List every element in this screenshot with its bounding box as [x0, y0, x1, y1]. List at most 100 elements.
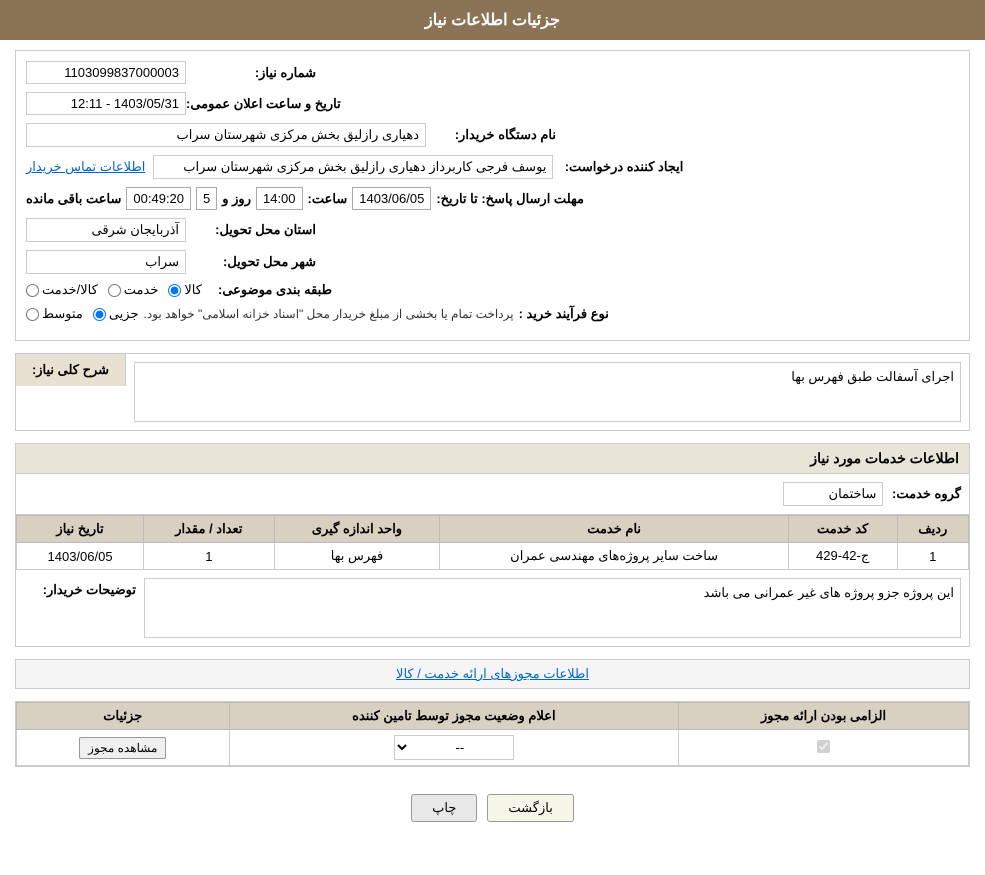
province-label: استان محل تحویل:	[186, 222, 316, 238]
process-motavasset-label: متوسط	[42, 306, 83, 322]
col-code: کد خدمت	[788, 516, 897, 543]
process-jozii-radio[interactable]	[93, 308, 106, 321]
city-label: شهر محل تحویل:	[186, 254, 316, 270]
requester-value: یوسف فرجی کاربرداز دهیاری رازلیق بخش مرک…	[153, 155, 553, 179]
need-info-section: شماره نیاز: 1103099837000003 تاریخ و ساع…	[15, 50, 970, 341]
cell-quantity: 1	[144, 543, 274, 570]
category-khadamat-radio[interactable]	[108, 284, 121, 297]
cell-row-num: 1	[897, 543, 968, 570]
category-both-radio[interactable]	[26, 284, 39, 297]
need-number-value: 1103099837000003	[26, 61, 186, 84]
requester-link[interactable]: اطلاعات تماس خریدار	[26, 159, 145, 175]
process-note: پرداخت تمام یا بخشی از مبلغ خریدار محل "…	[144, 307, 514, 321]
process-motavasset-radio[interactable]	[26, 308, 39, 321]
requester-label: ایجاد کننده درخواست:	[553, 159, 683, 175]
category-khadamat-item: خدمت	[108, 282, 159, 298]
category-both-item: کالا/خدمت	[26, 282, 98, 298]
buyer-notes-row: این پروژه جزو پروژه های غیر عمرانی می با…	[16, 570, 969, 646]
col-license-details: جزئیات	[17, 703, 230, 730]
col-name: نام خدمت	[440, 516, 788, 543]
deadline-remain-label: ساعت باقی مانده	[26, 191, 121, 207]
license-status-cell: --	[229, 730, 679, 766]
category-both-label: کالا/خدمت	[42, 282, 98, 298]
col-date: تاریخ نیاز	[17, 516, 144, 543]
deadline-row: مهلت ارسال پاسخ: تا تاریخ: 1403/06/05 سا…	[26, 187, 959, 210]
col-quantity: تعداد / مقدار	[144, 516, 274, 543]
license-link[interactable]: اطلاعات مجوزهای ارائه خدمت / کالا	[15, 659, 970, 689]
process-label: نوع فرآیند خرید :	[519, 306, 609, 322]
buyer-org-row: نام دستگاه خریدار: دهیاری رازلیق بخش مرک…	[26, 123, 959, 147]
deadline-days: 5	[196, 187, 217, 210]
table-row: 1 ج-42-429 ساخت سایر پروژه‌های مهندسی عم…	[17, 543, 969, 570]
province-row: استان محل تحویل: آذربایجان شرقی	[26, 218, 959, 242]
general-desc-section: اجرای آسفالت طبق فهرس بها شرح کلی نیاز:	[15, 353, 970, 431]
deadline-days-label: روز و	[222, 191, 251, 207]
print-button[interactable]: چاپ	[411, 794, 477, 822]
buyer-notes-label: توضیحات خریدار:	[24, 578, 144, 598]
page-header: جزئیات اطلاعات نیاز	[0, 0, 985, 40]
general-desc-content: اجرای آسفالت طبق فهرس بها	[126, 354, 969, 430]
services-header: اطلاعات خدمات مورد نیاز	[15, 443, 970, 473]
page-title: جزئیات اطلاعات نیاز	[425, 12, 560, 29]
service-group-value: ساختمان	[783, 482, 883, 506]
license-header-row: الزامی بودن ارائه مجوز اعلام وضعیت مجوز …	[17, 703, 969, 730]
page-wrapper: جزئیات اطلاعات نیاز شماره نیاز: 11030998…	[0, 0, 985, 875]
general-desc-title: شرح کلی نیاز:	[32, 362, 109, 377]
view-license-button[interactable]: مشاهده مجوز	[79, 737, 166, 759]
license-link-text: اطلاعات مجوزهای ارائه خدمت / کالا	[396, 666, 589, 681]
license-required-cell	[679, 730, 969, 766]
button-row: بازگشت چاپ	[15, 779, 970, 837]
cell-unit: فهرس بها	[274, 543, 440, 570]
deadline-remain-time: 00:49:20	[126, 187, 191, 210]
city-row: شهر محل تحویل: سراب	[26, 250, 959, 274]
need-number-row: شماره نیاز: 1103099837000003	[26, 61, 959, 84]
license-status-select[interactable]: --	[394, 735, 514, 760]
cell-code: ج-42-429	[788, 543, 897, 570]
need-number-label: شماره نیاز:	[186, 65, 316, 81]
services-table-header-row: ردیف کد خدمت نام خدمت واحد اندازه گیری ت…	[17, 516, 969, 543]
announcement-date-row: تاریخ و ساعت اعلان عمومی: 1403/05/31 - 1…	[26, 92, 959, 115]
buyer-org-label: نام دستگاه خریدار:	[426, 127, 556, 143]
requester-row: ایجاد کننده درخواست: یوسف فرجی کاربرداز …	[26, 155, 959, 179]
province-value: آذربایجان شرقی	[26, 218, 186, 242]
license-table-section: الزامی بودن ارائه مجوز اعلام وضعیت مجوز …	[15, 701, 970, 767]
col-row-num: ردیف	[897, 516, 968, 543]
service-group-label: گروه خدمت:	[892, 486, 961, 501]
category-radio-group: کالا خدمت کالا/خدمت	[26, 282, 202, 298]
category-label: طبقه بندی موضوعی:	[202, 282, 332, 298]
buyer-org-value: دهیاری رازلیق بخش مرکزی شهرستان سراب	[26, 123, 426, 147]
process-jozii-label: جزیی	[109, 306, 139, 322]
process-jozii-item: جزیی	[93, 306, 139, 322]
need-info-body: شماره نیاز: 1103099837000003 تاریخ و ساع…	[16, 51, 969, 340]
services-table: ردیف کد خدمت نام خدمت واحد اندازه گیری ت…	[16, 515, 969, 570]
deadline-date: 1403/06/05	[352, 187, 431, 210]
services-title: اطلاعات خدمات مورد نیاز	[810, 450, 959, 466]
deadline-time-label: ساعت:	[308, 191, 348, 207]
buyer-notes-value: این پروژه جزو پروژه های غیر عمرانی می با…	[704, 585, 954, 600]
general-desc-box: اجرای آسفالت طبق فهرس بها	[134, 362, 961, 422]
announcement-date-label: تاریخ و ساعت اعلان عمومی:	[186, 96, 341, 112]
license-row: -- مشاهده مجوز	[17, 730, 969, 766]
col-license-status: اعلام وضعیت مجوز توسط تامین کننده	[229, 703, 679, 730]
category-row: طبقه بندی موضوعی: کالا خدمت کالا/خدمت	[26, 282, 959, 298]
cell-date: 1403/06/05	[17, 543, 144, 570]
license-table: الزامی بودن ارائه مجوز اعلام وضعیت مجوز …	[16, 702, 969, 766]
license-details-cell: مشاهده مجوز	[17, 730, 230, 766]
main-content: شماره نیاز: 1103099837000003 تاریخ و ساع…	[0, 40, 985, 847]
general-desc-value: اجرای آسفالت طبق فهرس بها	[791, 369, 954, 384]
announcement-date-value: 1403/05/31 - 12:11	[26, 92, 186, 115]
back-button[interactable]: بازگشت	[487, 794, 573, 822]
process-row: نوع فرآیند خرید : پرداخت تمام یا بخشی از…	[26, 306, 959, 322]
cell-name: ساخت سایر پروژه‌های مهندسی عمران	[440, 543, 788, 570]
category-kala-radio[interactable]	[168, 284, 181, 297]
process-radio-group: جزیی متوسط	[26, 306, 139, 322]
city-value: سراب	[26, 250, 186, 274]
general-desc-label: شرح کلی نیاز:	[16, 354, 126, 386]
deadline-time: 14:00	[256, 187, 303, 210]
category-kala-item: کالا	[168, 282, 202, 298]
col-unit: واحد اندازه گیری	[274, 516, 440, 543]
services-section: گروه خدمت: ساختمان ردیف کد خدمت نام خدمت…	[15, 473, 970, 647]
service-group-row: گروه خدمت: ساختمان	[16, 474, 969, 515]
buyer-notes-box: این پروژه جزو پروژه های غیر عمرانی می با…	[144, 578, 961, 638]
deadline-label: مهلت ارسال پاسخ: تا تاریخ:	[436, 191, 584, 207]
